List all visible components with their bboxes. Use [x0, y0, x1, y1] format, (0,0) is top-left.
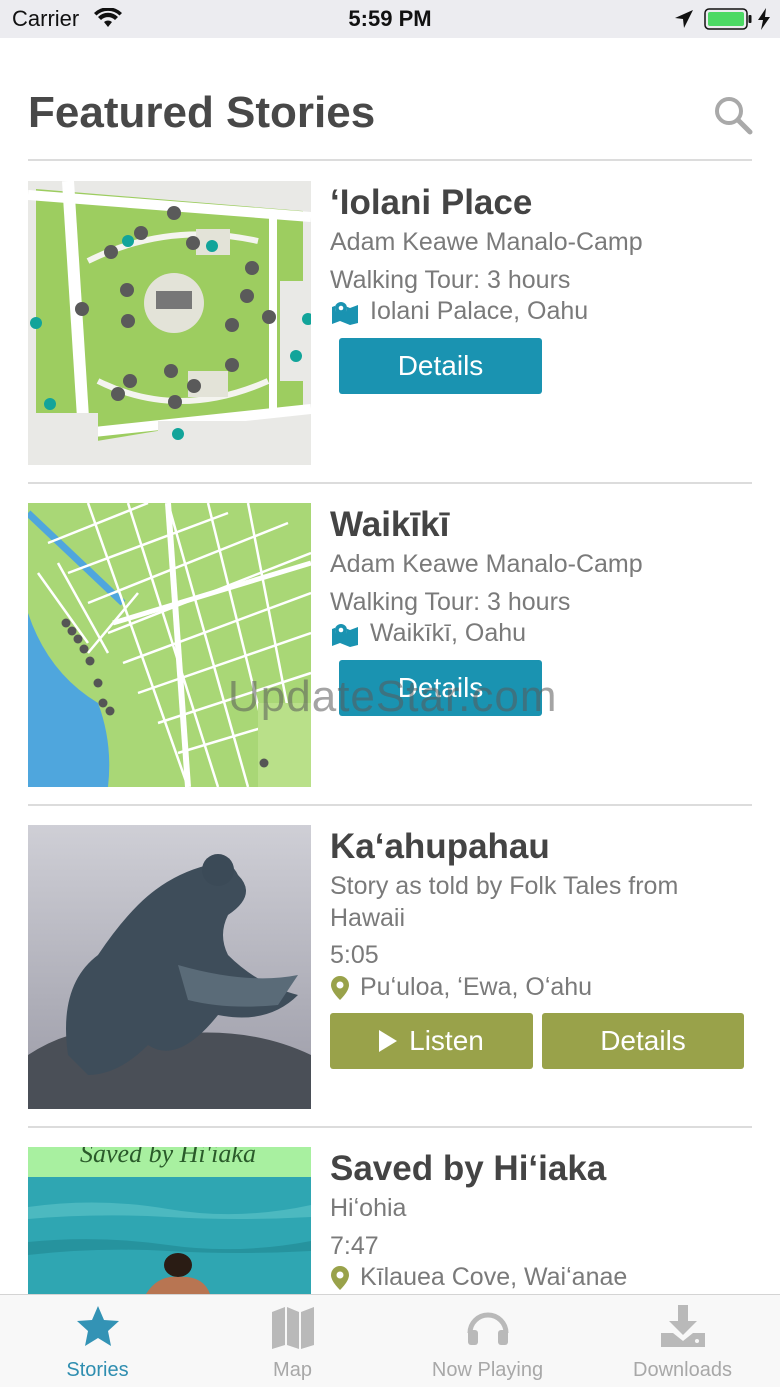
divider: [28, 482, 752, 484]
story-title: ʻIolani Place: [330, 183, 533, 222]
play-icon: [379, 1030, 398, 1052]
story-author: Adam Keawe Manalo-Camp: [330, 228, 643, 256]
charging-bolt-icon: [758, 8, 770, 30]
details-button[interactable]: Details: [339, 338, 542, 394]
story-duration: Walking Tour: 3 hours: [330, 588, 571, 616]
story-location-text: Waikīkī, Oahu: [370, 619, 527, 647]
story-location-text: Kīlauea Cove, Waiʻanae: [360, 1263, 628, 1291]
clock: 5:59 PM: [348, 6, 432, 31]
story-author: Adam Keawe Manalo-Camp: [330, 550, 643, 578]
story-location-text: Iolani Palace, Oahu: [370, 297, 589, 325]
location-pin-icon: [331, 975, 349, 1000]
story-item-kaahupahau[interactable]: Kaʻahupahau Story as told by Folk Tales …: [28, 825, 752, 1109]
story-title: Waikīkī: [330, 505, 450, 544]
tab-label: Map: [273, 1359, 312, 1381]
divider: [28, 159, 752, 161]
search-icon[interactable]: [712, 94, 754, 136]
download-icon: [660, 1305, 705, 1347]
watermark: UpdateStar.com: [228, 672, 558, 721]
map-pin-icon: [332, 301, 358, 325]
statue-photo-thumbnail: [28, 825, 311, 1109]
thumbnail-caption: Saved by Hi'iaka: [80, 1147, 256, 1168]
tab-bar: Stories Map Now Playing Downloads: [0, 1294, 780, 1387]
story-location: Puʻuloa, ʻEwa, Oʻahu: [330, 973, 592, 1002]
waikiki-map-thumbnail: [28, 503, 311, 787]
star-icon: [76, 1306, 119, 1346]
iolani-palace-map-thumbnail: [28, 181, 311, 465]
map-pin-icon: [332, 623, 358, 647]
page-title: Featured Stories: [28, 88, 376, 137]
tab-map[interactable]: Map: [195, 1295, 390, 1387]
status-bar: Carrier 5:59 PM: [0, 0, 780, 38]
tab-label: Now Playing: [431, 1359, 544, 1381]
story-author: Story as told by Folk Tales from: [330, 872, 679, 900]
listen-label: Listen: [409, 1025, 484, 1056]
tab-now-playing[interactable]: Now Playing: [390, 1295, 585, 1387]
story-title: Kaʻahupahau: [330, 827, 550, 866]
divider: [28, 1126, 752, 1128]
tab-downloads[interactable]: Downloads: [585, 1295, 780, 1387]
story-author: Hiʻohia: [330, 1194, 407, 1222]
story-title: Saved by Hiʻiaka: [330, 1149, 607, 1188]
story-duration: Walking Tour: 3 hours: [330, 266, 571, 294]
location-arrow-icon: [675, 10, 693, 28]
tab-stories[interactable]: Stories: [0, 1295, 195, 1387]
headphones-icon: [467, 1312, 508, 1345]
saved-by-hiiaka-thumbnail: Saved by Hi'iaka: [28, 1147, 311, 1294]
story-item-saved-by-hiiaka[interactable]: Saved by Hi'iaka Saved by Hiʻiaka Hiʻohi…: [28, 1147, 752, 1294]
battery-icon: [704, 8, 752, 30]
story-item-iolani-palace[interactable]: ʻIolani Place Adam Keawe Manalo-Camp Wal…: [28, 181, 752, 465]
map-icon: [271, 1307, 314, 1349]
story-author-cont: Hawaii: [330, 904, 406, 932]
story-duration: 7:47: [330, 1232, 379, 1260]
tab-label: Stories: [66, 1359, 129, 1381]
tab-label: Downloads: [633, 1359, 732, 1381]
story-location: Kīlauea Cove, Waiʻanae: [330, 1263, 627, 1292]
story-duration: 5:05: [330, 941, 379, 969]
story-location: Iolani Palace, Oahu: [330, 297, 588, 326]
divider: [28, 804, 752, 806]
story-location: Waikīkī, Oahu: [330, 619, 526, 648]
details-button[interactable]: Details: [542, 1013, 744, 1069]
story-location-text: Puʻuloa, ʻEwa, Oʻahu: [360, 973, 593, 1001]
location-pin-icon: [331, 1265, 349, 1290]
listen-button[interactable]: Listen: [330, 1013, 533, 1069]
story-item-waikiki[interactable]: Waikīkī Adam Keawe Manalo-Camp Walking T…: [28, 503, 752, 787]
